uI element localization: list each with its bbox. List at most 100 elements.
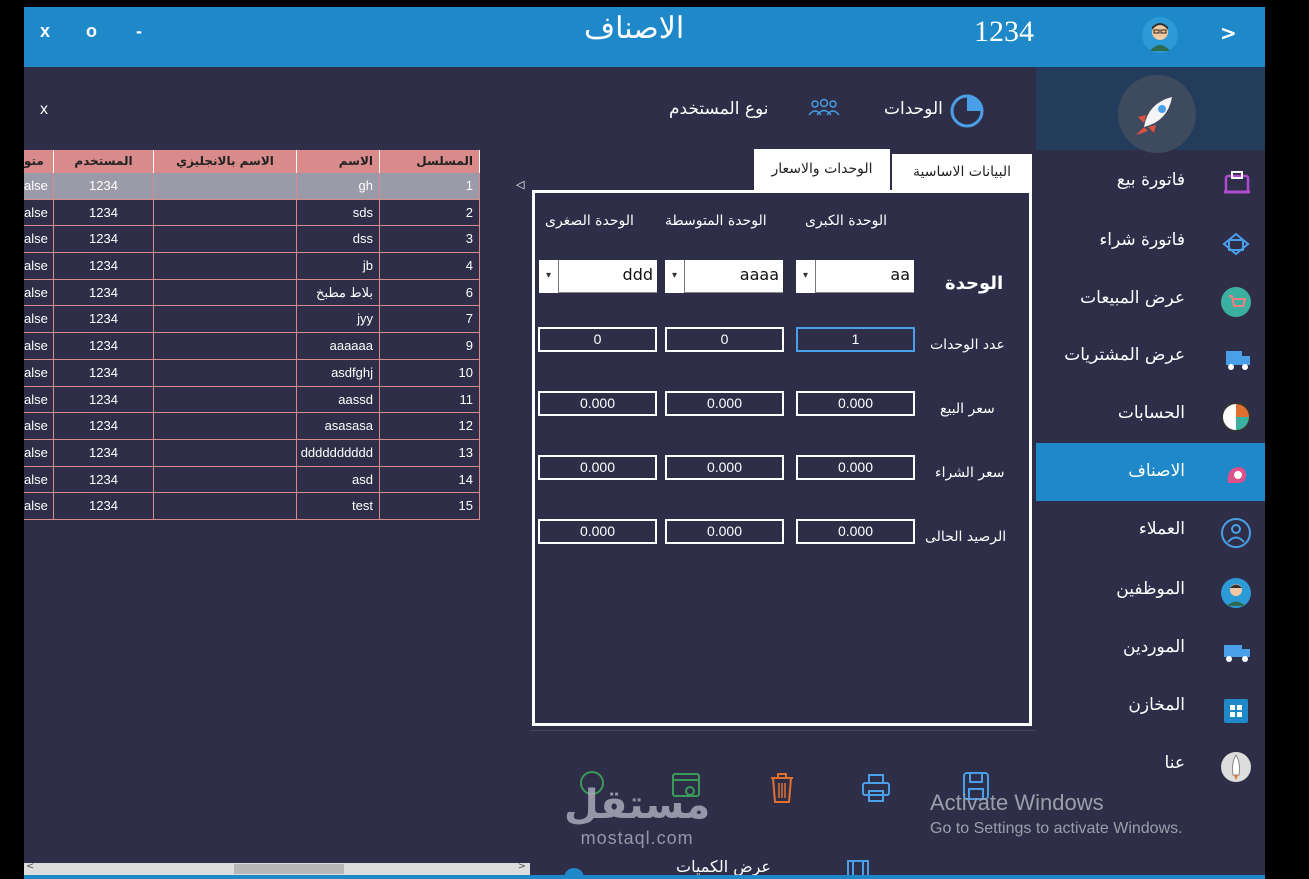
units-count-small-input[interactable]: 0 <box>538 327 657 352</box>
table-cell: 6 <box>380 279 480 306</box>
table-cell: alse <box>24 226 54 253</box>
purchase-price-medium-input[interactable]: 0.000 <box>665 455 784 480</box>
purchase-price-label: سعر الشراء <box>935 465 1005 481</box>
table-cell: alse <box>24 386 54 413</box>
current-balance-medium-input[interactable]: 0.000 <box>665 519 784 544</box>
table-row[interactable]: alse 1234 jyy 7 <box>24 306 480 334</box>
tab-units-prices[interactable]: الوحدات والاسعار <box>754 149 890 191</box>
table-cell <box>154 333 297 360</box>
sale-price-medium-input[interactable]: 0.000 <box>665 391 784 416</box>
chevron-down-icon[interactable]: ▾ <box>539 260 559 293</box>
chevron-down-icon[interactable]: ▾ <box>796 260 816 293</box>
table-cell: 1234 <box>54 333 154 360</box>
column-header[interactable]: الاسم <box>297 150 380 173</box>
sidebar-item[interactable]: فاتورة شراء <box>1036 212 1265 270</box>
table-cell: dss <box>297 226 380 253</box>
horizontal-scrollbar[interactable]: < > <box>24 861 530 875</box>
table-cell: asd <box>297 466 380 493</box>
sale-price-small-input[interactable]: 0.000 <box>538 391 657 416</box>
current-balance-small-input[interactable]: 0.000 <box>538 519 657 544</box>
table-cell <box>154 386 297 413</box>
table-cell: alse <box>24 199 54 226</box>
sidebar-item[interactable]: الاصناف <box>1036 443 1265 501</box>
table-row[interactable]: alse 1234 بلاط مطبخ 6 <box>24 279 480 307</box>
table-cell: 1234 <box>54 199 154 226</box>
current-balance-label: الرصيد الحالى <box>925 529 1007 545</box>
sale-price-large-input[interactable]: 0.000 <box>796 391 915 416</box>
scroll-right-icon[interactable]: > <box>518 861 526 872</box>
scrollbar-thumb[interactable] <box>234 864 344 874</box>
table-cell <box>154 199 297 226</box>
column-header[interactable]: متو <box>24 150 54 173</box>
forward-button[interactable]: > <box>1220 21 1237 45</box>
table-cell <box>154 359 297 386</box>
user-avatar-icon[interactable] <box>1142 17 1178 53</box>
table-cell: 14 <box>380 466 480 493</box>
table-cell <box>154 253 297 280</box>
table-row[interactable]: alse 1234 aassd 11 <box>24 386 480 414</box>
table-row[interactable]: alse 1234 aaaaaa 9 <box>24 333 480 360</box>
scroll-left-icon[interactable]: < <box>26 861 34 872</box>
unit-small-select[interactable]: ▾ ddd <box>539 260 657 293</box>
table-row[interactable]: alse 1234 gh 1 <box>24 173 480 200</box>
table-cell: jb <box>297 253 380 280</box>
table-row[interactable]: alse 1234 asd 14 <box>24 466 480 494</box>
column-header[interactable]: الاسم بالانجليزي <box>154 150 297 173</box>
sidebar-item-label: المخازن <box>1128 695 1185 715</box>
units-panel: الوحدة الكبرى الوحدة المتوسطة الوحدة الص… <box>532 190 1032 726</box>
table-row[interactable]: alse 1234 jb 4 <box>24 253 480 280</box>
items-table[interactable]: متو المستخدم الاسم بالانجليزي الاسم المسلسل … <box>24 150 480 520</box>
table-row[interactable]: alse 1234 asdfghj 10 <box>24 359 480 387</box>
units-link[interactable]: الوحدات <box>884 99 943 119</box>
user-type-link[interactable]: نوع المستخدم <box>669 99 769 119</box>
pie-chart-icon[interactable] <box>949 93 985 129</box>
sidebar-item[interactable]: الموظفين <box>1036 561 1265 619</box>
user-type-icon[interactable] <box>806 97 842 119</box>
sidebar-item[interactable]: الحسابات <box>1036 385 1265 443</box>
column-header[interactable]: المسلسل <box>380 150 480 173</box>
units-count-large-input[interactable]: 1 <box>796 327 915 352</box>
table-row[interactable]: alse 1234 dddddddddd 13 <box>24 439 480 467</box>
table-header: متو المستخدم الاسم بالانجليزي الاسم المسلسل <box>24 150 480 173</box>
table-cell: 1234 <box>54 279 154 306</box>
sidebar-item[interactable]: الموردين <box>1036 619 1265 677</box>
sidebar-item[interactable]: عنا <box>1036 735 1265 793</box>
current-balance-large-input[interactable]: 0.000 <box>796 519 915 544</box>
table-row[interactable]: alse 1234 dss 3 <box>24 226 480 254</box>
sidebar-item[interactable]: فاتورة بيع <box>1036 152 1265 210</box>
maximize-button[interactable]: o <box>86 21 97 42</box>
minimize-button[interactable]: - <box>136 21 142 42</box>
tab-basic-data[interactable]: البيانات الاساسية <box>892 154 1032 191</box>
sidebar-item[interactable]: العملاء <box>1036 501 1265 559</box>
sidebar-item-label: فاتورة بيع <box>1116 170 1185 190</box>
purchase-price-large-input[interactable]: 0.000 <box>796 455 915 480</box>
unit-large-select[interactable]: ▾ aa <box>796 260 914 293</box>
trash-icon[interactable] <box>766 771 798 805</box>
table-cell: 9 <box>380 333 480 360</box>
sidebar-item[interactable]: المخازن <box>1036 677 1265 735</box>
user-circle-icon <box>1216 513 1256 553</box>
sidebar-item[interactable]: عرض المشتريات <box>1036 327 1265 385</box>
units-count-medium-input[interactable]: 0 <box>665 327 784 352</box>
unit-medium-select[interactable]: ▾ aaaa <box>665 260 783 293</box>
show-quantities-button[interactable]: عرض الكميات <box>676 857 771 876</box>
table-cell: 1234 <box>54 173 154 199</box>
table-cell: alse <box>24 359 54 386</box>
table-cell <box>154 226 297 253</box>
table-row[interactable]: alse 1234 test 15 <box>24 493 480 520</box>
chevron-down-icon[interactable]: ▾ <box>665 260 685 293</box>
table-row[interactable]: alse 1234 sds 2 <box>24 199 480 227</box>
print-icon[interactable] <box>860 771 892 805</box>
close-button[interactable]: x <box>40 21 50 42</box>
table-row[interactable]: alse 1234 asasasa 12 <box>24 413 480 440</box>
sidebar-item-label: فاتورة شراء <box>1099 230 1185 250</box>
sidebar-item-label: عرض المشتريات <box>1064 345 1185 365</box>
employee-icon <box>1216 573 1256 613</box>
purchase-price-small-input[interactable]: 0.000 <box>538 455 657 480</box>
table-cell: 2 <box>380 199 480 226</box>
table-cell: 10 <box>380 359 480 386</box>
sidebar-item[interactable]: عرض المبيعات <box>1036 270 1265 328</box>
window-title: الاصناف <box>584 12 685 45</box>
column-header[interactable]: المستخدم <box>54 150 154 173</box>
panel-close-button[interactable]: x <box>40 101 48 119</box>
